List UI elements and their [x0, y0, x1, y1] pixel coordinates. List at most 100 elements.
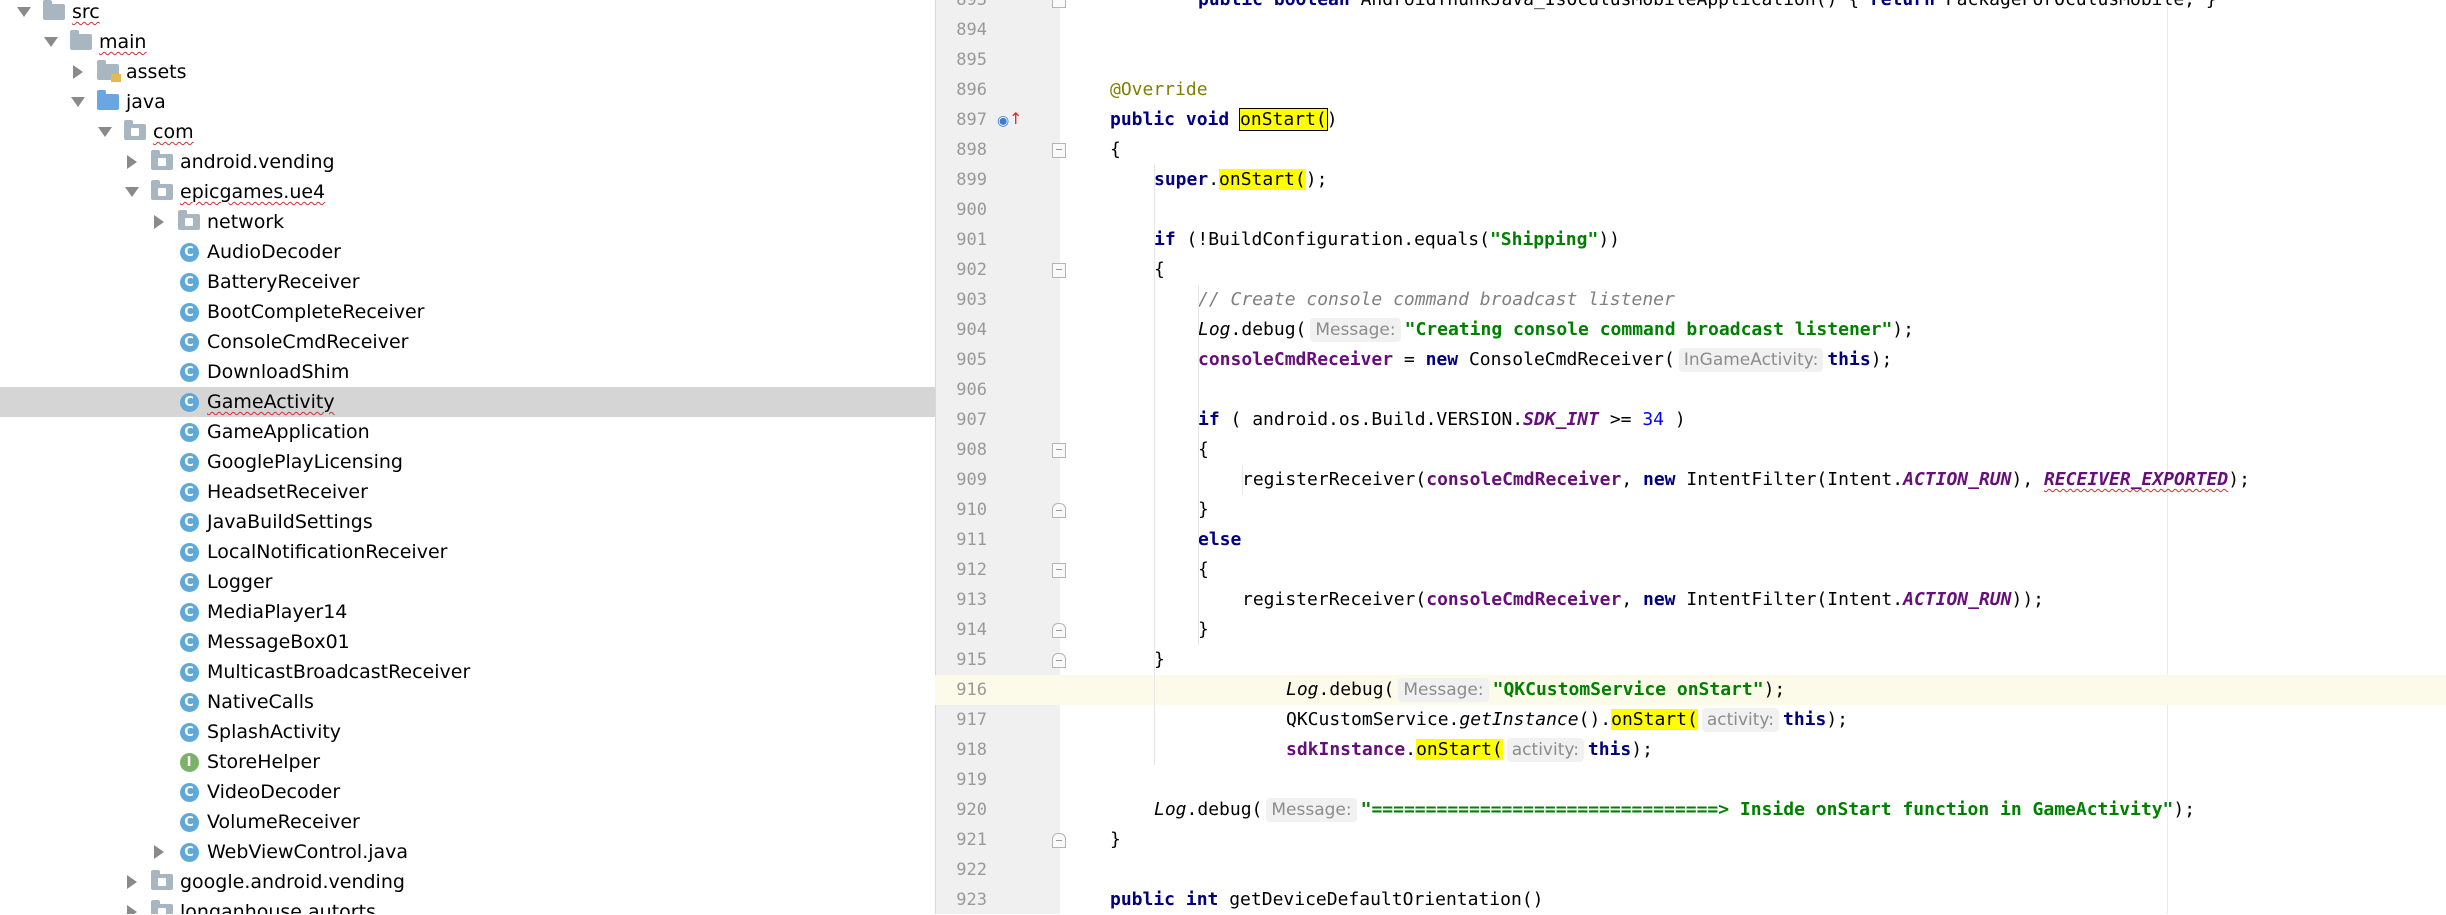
- code-text: }: [1110, 825, 1121, 855]
- tree-item[interactable]: C AudioDecoder: [0, 237, 935, 267]
- code-line[interactable]: 905 consoleCmdReceiver = new ConsoleCmdRe…: [935, 345, 2446, 375]
- fold-toggle-icon[interactable]: [1052, 833, 1066, 848]
- tree-item[interactable]: C VideoDecoder: [0, 777, 935, 807]
- arrow-placeholder: [149, 272, 169, 292]
- code-line[interactable]: 893 public boolean AndroidThunkJava_IsOcu…: [935, 0, 2446, 15]
- parameter-hint: Message:: [1398, 678, 1489, 702]
- line-number: 917: [956, 710, 987, 730]
- code-line[interactable]: 920 Log.debug(Message: "==================…: [935, 795, 2446, 825]
- class-icon: C: [177, 332, 201, 352]
- tree-item[interactable]: C VolumeReceiver: [0, 807, 935, 837]
- code-line[interactable]: 915}: [935, 645, 2446, 675]
- code-line[interactable]: 912 {: [935, 555, 2446, 585]
- code-line[interactable]: 921}: [935, 825, 2446, 855]
- code-text: }: [1198, 615, 1209, 645]
- code-line[interactable]: 906: [935, 375, 2446, 405]
- tree-item[interactable]: assets: [0, 57, 935, 87]
- tree-item[interactable]: C BootCompleteReceiver: [0, 297, 935, 327]
- fold-toggle-icon[interactable]: [1052, 263, 1066, 278]
- tree-item[interactable]: C HeadsetReceiver: [0, 477, 935, 507]
- class-icon: C: [177, 452, 201, 472]
- code-line[interactable]: 907 if ( android.os.Build.VERSION.SDK_INT…: [935, 405, 2446, 435]
- expand-arrow-icon[interactable]: [149, 842, 169, 862]
- tree-item-label: LocalNotificationReceiver: [207, 541, 448, 563]
- tree-item[interactable]: C ConsoleCmdReceiver: [0, 327, 935, 357]
- tree-item[interactable]: C WebViewControl.java: [0, 837, 935, 867]
- collapse-arrow-icon[interactable]: [14, 2, 34, 22]
- tree-item[interactable]: C DownloadShim: [0, 357, 935, 387]
- code-line[interactable]: 914}: [935, 615, 2446, 645]
- expand-arrow-icon[interactable]: [122, 902, 142, 914]
- expand-arrow-icon[interactable]: [68, 62, 88, 82]
- tree-item[interactable]: epicgames.ue4: [0, 177, 935, 207]
- override-marker-icon[interactable]: ◉: [997, 113, 1009, 129]
- code-line[interactable]: 908 {: [935, 435, 2446, 465]
- tree-item[interactable]: C MessageBox01: [0, 627, 935, 657]
- code-line[interactable]: 922: [935, 855, 2446, 885]
- code-line[interactable]: 898 {: [935, 135, 2446, 165]
- overrides-method-icon[interactable]: ↑: [1009, 109, 1022, 128]
- tree-item[interactable]: C GameApplication: [0, 417, 935, 447]
- code-line[interactable]: 897 ◉ ↑ public void onStart(): [935, 105, 2446, 135]
- collapse-arrow-icon[interactable]: [68, 92, 88, 112]
- collapse-arrow-icon[interactable]: [41, 32, 61, 52]
- tree-item-label: Logger: [207, 571, 273, 593]
- expand-arrow-icon[interactable]: [149, 212, 169, 232]
- tree-item[interactable]: android.vending: [0, 147, 935, 177]
- code-line[interactable]: 918 sdkInstance.onStart(activity: this);: [935, 735, 2446, 765]
- tree-item[interactable]: google.android.vending: [0, 867, 935, 897]
- fold-toggle-icon[interactable]: [1052, 0, 1066, 8]
- code-line[interactable]: 894: [935, 15, 2446, 45]
- code-line[interactable]: 923 public int getDeviceDefaultOrientatio…: [935, 885, 2446, 915]
- code-line[interactable]: 899 super.onStart();: [935, 165, 2446, 195]
- code-token: ( android.os.Build.VERSION.: [1230, 409, 1524, 430]
- tree-item[interactable]: C LocalNotificationReceiver: [0, 537, 935, 567]
- code-token: );: [1763, 679, 1786, 700]
- code-line[interactable]: 903 // Create console command broadcast l…: [935, 285, 2446, 315]
- fold-toggle-icon[interactable]: [1052, 143, 1066, 158]
- tree-item[interactable]: src: [0, 0, 935, 27]
- code-line[interactable]: 916 Log.debug(Message: "QKCustomService on…: [935, 675, 2446, 705]
- code-line[interactable]: 902 {: [935, 255, 2446, 285]
- tree-item[interactable]: C JavaBuildSettings: [0, 507, 935, 537]
- tree-item[interactable]: C MulticastBroadcastReceiver: [0, 657, 935, 687]
- expand-arrow-icon[interactable]: [122, 872, 142, 892]
- tree-item[interactable]: C GooglePlayLicensing: [0, 447, 935, 477]
- code-line[interactable]: 909 registerReceiver(consoleCmdReceiver, …: [935, 465, 2446, 495]
- code-line[interactable]: 917 QKCustomService.getInstance().onStart…: [935, 705, 2446, 735]
- tree-item[interactable]: main: [0, 27, 935, 57]
- tree-item-label: MessageBox01: [207, 631, 350, 653]
- tree-item[interactable]: java: [0, 87, 935, 117]
- tree-item[interactable]: longanhouse.autorts: [0, 897, 935, 914]
- tree-item[interactable]: C GameActivity: [0, 387, 935, 417]
- fold-toggle-icon[interactable]: [1052, 623, 1066, 638]
- line-number: 901: [956, 230, 987, 250]
- tree-item[interactable]: network: [0, 207, 935, 237]
- fold-toggle-icon[interactable]: [1052, 503, 1066, 518]
- code-line[interactable]: 895: [935, 45, 2446, 75]
- tree-item[interactable]: C MediaPlayer14: [0, 597, 935, 627]
- tree-item[interactable]: com: [0, 117, 935, 147]
- code-line[interactable]: 896 @Override: [935, 75, 2446, 105]
- expand-arrow-icon[interactable]: [122, 152, 142, 172]
- code-token: if: [1198, 409, 1231, 430]
- fold-toggle-icon[interactable]: [1052, 653, 1066, 668]
- code-line[interactable]: 911 else: [935, 525, 2446, 555]
- tree-item[interactable]: C NativeCalls: [0, 687, 935, 717]
- code-line[interactable]: 901 if (!BuildConfiguration.equals("Shipp…: [935, 225, 2446, 255]
- tree-item[interactable]: I StoreHelper: [0, 747, 935, 777]
- code-line[interactable]: 913 registerReceiver(consoleCmdReceiver, …: [935, 585, 2446, 615]
- fold-toggle-icon[interactable]: [1052, 563, 1066, 578]
- tree-item[interactable]: C Logger: [0, 567, 935, 597]
- tree-item[interactable]: C BatteryReceiver: [0, 267, 935, 297]
- code-line[interactable]: 919: [935, 765, 2446, 795]
- code-line[interactable]: 904 Log.debug(Message: "Creating console c…: [935, 315, 2446, 345]
- collapse-arrow-icon[interactable]: [122, 182, 142, 202]
- tree-item-label: BatteryReceiver: [207, 271, 360, 293]
- code-line[interactable]: 900: [935, 195, 2446, 225]
- code-editor[interactable]: 893 public boolean AndroidThunkJava_IsOcu…: [935, 0, 2446, 914]
- code-line[interactable]: 910}: [935, 495, 2446, 525]
- collapse-arrow-icon[interactable]: [95, 122, 115, 142]
- fold-toggle-icon[interactable]: [1052, 443, 1066, 458]
- tree-item[interactable]: C SplashActivity: [0, 717, 935, 747]
